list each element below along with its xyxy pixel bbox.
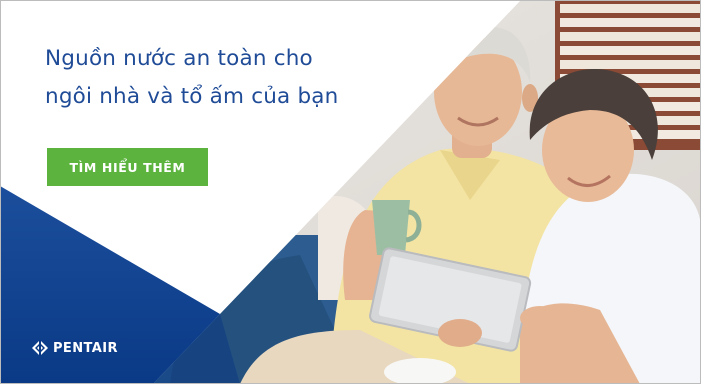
headline: Nguồn nước an toàn cho ngôi nhà và tổ ấm… <box>45 40 445 116</box>
learn-more-button[interactable]: TÌM HIỂU THÊM <box>47 148 208 186</box>
headline-line-2: ngôi nhà và tổ ấm của bạn <box>45 84 339 109</box>
ad-banner[interactable]: Nguồn nước an toàn cho ngôi nhà và tổ ấm… <box>0 0 701 384</box>
pentair-diamond-icon <box>32 340 48 356</box>
headline-line-1: Nguồn nước an toàn cho <box>45 46 313 71</box>
logo-text: PENTAIR <box>53 340 118 356</box>
pentair-logo[interactable]: PENTAIR <box>32 340 118 356</box>
